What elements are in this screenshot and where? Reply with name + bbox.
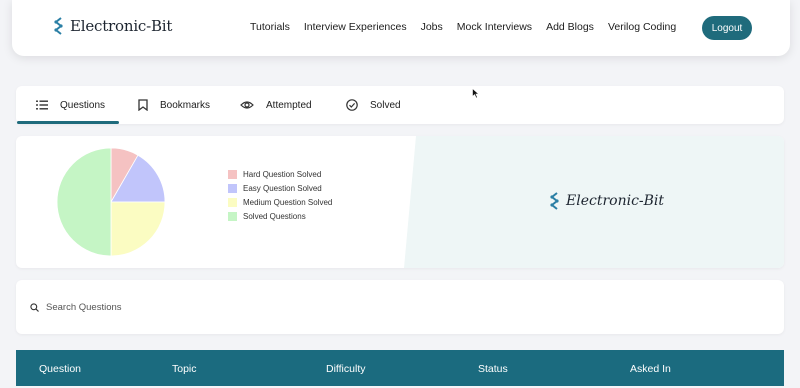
mouse-cursor-icon xyxy=(472,88,480,99)
nav-link-mock-interviews[interactable]: Mock Interviews xyxy=(457,21,532,33)
legend-label: Hard Question Solved xyxy=(243,170,322,179)
nav-links: Tutorials Interview Experiences Jobs Moc… xyxy=(250,21,676,33)
questions-table-header: Question Topic Difficulty Status Asked I… xyxy=(16,350,784,386)
legend-swatch xyxy=(228,212,237,221)
legend-label: Solved Questions xyxy=(243,212,306,221)
logout-button[interactable]: Logout xyxy=(702,16,752,40)
check-circle-icon xyxy=(346,99,358,111)
tab-solved[interactable]: Solved xyxy=(346,86,401,124)
column-header-question[interactable]: Question xyxy=(39,363,81,375)
question-tabs: Questions Bookmarks Attempted Solved xyxy=(16,86,784,124)
nav-link-verilog-coding[interactable]: Verilog Coding xyxy=(608,21,676,33)
list-icon xyxy=(36,100,48,110)
legend-item[interactable]: Easy Question Solved xyxy=(228,183,332,194)
brand-logo[interactable]: Electronic-Bit xyxy=(52,17,172,35)
nav-link-interview-experiences[interactable]: Interview Experiences xyxy=(304,21,407,33)
legend-item[interactable]: Hard Question Solved xyxy=(228,169,332,180)
legend-item[interactable]: Medium Question Solved xyxy=(228,197,332,208)
bookmark-icon xyxy=(138,99,148,111)
column-header-difficulty[interactable]: Difficulty xyxy=(326,363,365,375)
solved-pie-chart xyxy=(56,147,166,257)
search-box xyxy=(16,280,784,334)
column-header-asked-in[interactable]: Asked In xyxy=(630,363,671,375)
column-header-topic[interactable]: Topic xyxy=(172,363,197,375)
legend-label: Easy Question Solved xyxy=(243,184,322,193)
tab-label: Solved xyxy=(370,99,401,111)
pie-slice-solved-questions[interactable] xyxy=(56,147,112,257)
legend-swatch xyxy=(228,198,237,207)
legend-item[interactable]: Solved Questions xyxy=(228,211,332,222)
eye-icon xyxy=(240,101,254,109)
top-navbar: Electronic-Bit Tutorials Interview Exper… xyxy=(12,0,790,56)
stats-panel: Hard Question Solved Easy Question Solved… xyxy=(16,136,784,268)
legend-label: Medium Question Solved xyxy=(243,198,333,207)
tab-bookmarks[interactable]: Bookmarks xyxy=(138,86,210,124)
nav-link-tutorials[interactable]: Tutorials xyxy=(250,21,290,33)
chart-legend: Hard Question Solved Easy Question Solved… xyxy=(228,169,332,222)
tab-questions[interactable]: Questions xyxy=(16,86,120,124)
tab-attempted[interactable]: Attempted xyxy=(240,86,312,124)
tab-label: Bookmarks xyxy=(160,99,211,111)
legend-swatch xyxy=(228,184,237,193)
electronic-bit-logo-icon xyxy=(54,17,63,35)
brand-name: Electronic-Bit xyxy=(70,17,173,35)
tab-label: Questions xyxy=(60,99,106,111)
legend-swatch xyxy=(228,170,237,179)
electronic-bit-logo-icon xyxy=(550,192,559,210)
nav-link-jobs[interactable]: Jobs xyxy=(421,21,443,33)
pie-slice-medium-question-solved[interactable] xyxy=(110,201,166,257)
stats-brand-logo: Electronic-Bit xyxy=(548,192,664,210)
nav-link-add-blogs[interactable]: Add Blogs xyxy=(546,21,594,33)
stats-brand-name: Electronic-Bit xyxy=(566,193,665,209)
tab-label: Attempted xyxy=(266,99,312,111)
search-icon xyxy=(30,303,39,312)
search-input[interactable] xyxy=(46,298,746,316)
column-header-status[interactable]: Status xyxy=(478,363,508,375)
